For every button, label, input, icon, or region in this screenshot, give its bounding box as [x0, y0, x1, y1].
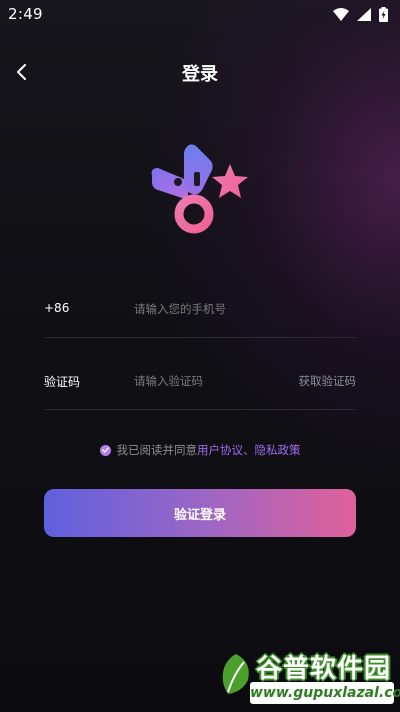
app-logo — [151, 144, 248, 234]
user-agreement-link[interactable]: 用户协议 — [197, 443, 243, 457]
watermark-url: www.gupuxlazal.com — [250, 682, 400, 704]
login-button[interactable]: 验证登录 — [44, 489, 356, 537]
agreement: 我已阅读并同意用户协议、隐私政策 — [0, 442, 400, 458]
check-icon — [101, 447, 109, 453]
code-row: 验证码 获取验证码 — [44, 354, 356, 410]
watermark: 谷普软件园 www.gupuxlazal.com — [216, 648, 400, 708]
phone-input[interactable] — [134, 298, 304, 320]
status-icons — [333, 6, 388, 22]
status-bar: 2:49 — [0, 0, 400, 28]
country-code[interactable]: +86 — [44, 301, 69, 315]
code-input[interactable] — [134, 370, 304, 392]
watermark-brand: 谷普软件园 — [256, 654, 392, 684]
phone-row: +86 — [44, 282, 356, 338]
signal-icon — [357, 7, 371, 21]
agreement-separator: 、 — [243, 443, 255, 457]
code-label: 验证码 — [44, 375, 81, 389]
battery-icon — [379, 6, 388, 22]
status-time: 2:49 — [8, 5, 43, 23]
page-title: 登录 — [182, 64, 218, 85]
agreement-checkbox[interactable] — [99, 444, 111, 456]
wifi-icon — [333, 7, 349, 21]
privacy-policy-link[interactable]: 隐私政策 — [255, 443, 301, 457]
header: 登录 — [0, 52, 400, 92]
get-code-button[interactable]: 获取验证码 — [299, 373, 357, 389]
agreement-prefix: 我已阅读并同意 — [116, 443, 198, 457]
